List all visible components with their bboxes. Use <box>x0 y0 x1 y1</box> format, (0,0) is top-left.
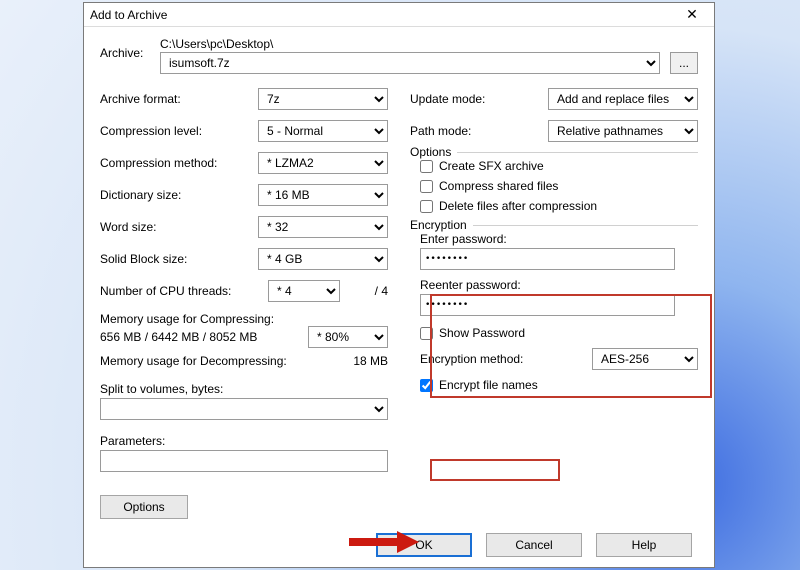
mem-compress-label: Memory usage for Compressing: <box>100 312 388 326</box>
options-legend: Options <box>410 145 457 159</box>
compression-method-label: Compression method: <box>100 156 258 170</box>
archive-label: Archive: <box>100 37 160 60</box>
enter-password-input[interactable] <box>420 248 675 270</box>
path-mode-label: Path mode: <box>410 124 548 138</box>
mem-percent-select[interactable]: * 80% <box>308 326 388 348</box>
word-size-label: Word size: <box>100 220 258 234</box>
close-icon[interactable]: ✕ <box>676 6 708 23</box>
ok-button[interactable]: OK <box>376 533 472 557</box>
archive-name-input[interactable]: isumsoft.7z <box>160 52 660 74</box>
split-volumes-select[interactable] <box>100 398 388 420</box>
solid-block-size-select[interactable]: * 4 GB <box>258 248 388 270</box>
archive-path: C:\Users\pc\Desktop\ <box>160 37 660 51</box>
archive-format-select[interactable]: 7z <box>258 88 388 110</box>
compression-level-select[interactable]: 5 - Normal <box>258 120 388 142</box>
dialog-title: Add to Archive <box>90 8 676 22</box>
reenter-password-label: Reenter password: <box>420 278 698 292</box>
reenter-password-input[interactable] <box>420 294 675 316</box>
archive-format-label: Archive format: <box>100 92 258 106</box>
parameters-input[interactable] <box>100 450 388 472</box>
delete-after-checkbox[interactable]: Delete files after compression <box>420 199 698 213</box>
add-to-archive-dialog: Add to Archive ✕ Archive: C:\Users\pc\De… <box>83 2 715 568</box>
solid-block-size-label: Solid Block size: <box>100 252 258 266</box>
enter-password-label: Enter password: <box>420 232 698 246</box>
compression-level-label: Compression level: <box>100 124 258 138</box>
mem-decompress-value: 18 MB <box>328 354 388 368</box>
dictionary-size-select[interactable]: * 16 MB <box>258 184 388 206</box>
show-password-checkbox[interactable]: Show Password <box>420 326 698 340</box>
update-mode-label: Update mode: <box>410 92 548 106</box>
dialog-content: Archive: C:\Users\pc\Desktop\ isumsoft.7… <box>84 27 714 567</box>
encryption-legend: Encryption <box>410 218 473 232</box>
options-button[interactable]: Options <box>100 495 188 519</box>
path-mode-select[interactable]: Relative pathnames <box>548 120 698 142</box>
compression-method-select[interactable]: * LZMA2 <box>258 152 388 174</box>
browse-button[interactable]: ... <box>670 52 698 74</box>
create-sfx-checkbox[interactable]: Create SFX archive <box>420 159 698 173</box>
encryption-method-label: Encryption method: <box>420 352 592 366</box>
help-button[interactable]: Help <box>596 533 692 557</box>
word-size-select[interactable]: * 32 <box>258 216 388 238</box>
parameters-label: Parameters: <box>100 434 388 448</box>
cpu-threads-total: / 4 <box>340 284 388 298</box>
dictionary-size-label: Dictionary size: <box>100 188 258 202</box>
compress-shared-checkbox[interactable]: Compress shared files <box>420 179 698 193</box>
cancel-button[interactable]: Cancel <box>486 533 582 557</box>
split-volumes-label: Split to volumes, bytes: <box>100 382 388 396</box>
mem-compress-values: 656 MB / 6442 MB / 8052 MB <box>100 330 308 344</box>
mem-decompress-label: Memory usage for Decompressing: <box>100 354 328 368</box>
cpu-threads-select[interactable]: * 4 <box>268 280 340 302</box>
encryption-method-select[interactable]: AES-256 <box>592 348 698 370</box>
encrypt-file-names-checkbox[interactable]: Encrypt file names <box>420 378 698 392</box>
titlebar: Add to Archive ✕ <box>84 3 714 27</box>
dialog-footer: OK Cancel Help <box>84 533 714 557</box>
update-mode-select[interactable]: Add and replace files <box>548 88 698 110</box>
cpu-threads-label: Number of CPU threads: <box>100 284 268 298</box>
